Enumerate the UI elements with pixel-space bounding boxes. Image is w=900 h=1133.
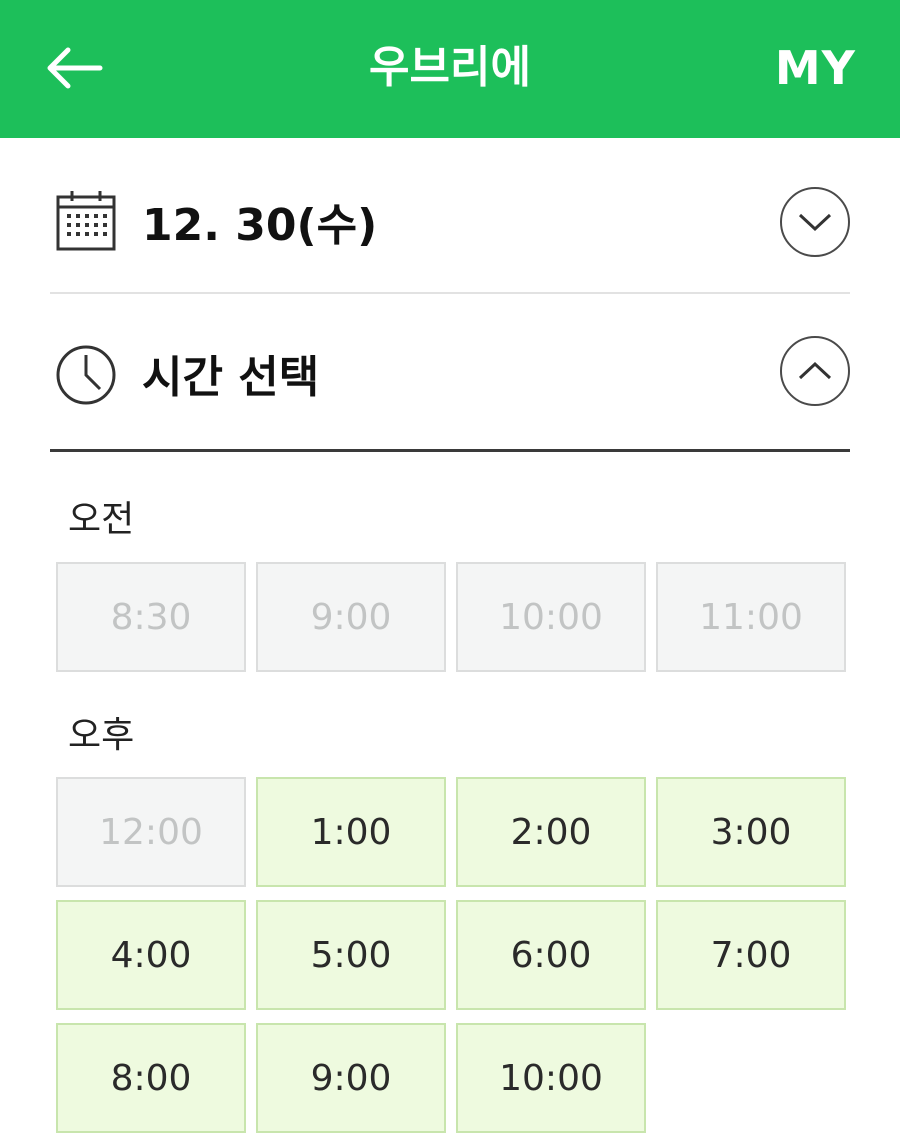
selected-date: 12. 30(수)	[142, 200, 378, 251]
pm-time-slot[interactable]: 6:00	[456, 900, 646, 1010]
am-time-slot: 8:30	[56, 562, 246, 672]
calendar-icon	[56, 191, 116, 251]
pm-section-label: 오후	[68, 715, 135, 756]
pm-time-slot[interactable]: 7:00	[656, 900, 846, 1010]
pm-time-slot[interactable]: 9:00	[256, 1023, 446, 1133]
pm-time-slot[interactable]: 1:00	[256, 777, 446, 887]
am-time-slot: 11:00	[656, 562, 846, 672]
am-time-slot: 10:00	[456, 562, 646, 672]
pm-time-slot: 12:00	[56, 777, 246, 887]
time-select-label: 시간 선택	[142, 351, 320, 403]
pm-time-slot[interactable]: 10:00	[456, 1023, 646, 1133]
page-title: 우브리에	[369, 42, 531, 93]
chevron-up-icon	[798, 361, 832, 380]
clock-icon	[56, 345, 116, 404]
back-button[interactable]	[40, 38, 108, 98]
pm-time-slot[interactable]: 5:00	[256, 900, 446, 1010]
time-toggle-button[interactable]	[780, 336, 850, 406]
date-toggle-button[interactable]	[780, 187, 850, 257]
am-section-label: 오전	[68, 499, 135, 540]
app-header: 우브리에 MY	[0, 0, 900, 138]
pm-time-slot[interactable]: 4:00	[56, 900, 246, 1010]
am-time-slot: 9:00	[256, 562, 446, 672]
time-selector[interactable]: 시간 선택	[50, 296, 850, 452]
pm-time-slot[interactable]: 2:00	[456, 777, 646, 887]
date-selector[interactable]: 12. 30(수)	[50, 150, 850, 294]
chevron-down-icon	[798, 213, 832, 232]
pm-time-slot[interactable]: 8:00	[56, 1023, 246, 1133]
pm-time-slot[interactable]: 3:00	[656, 777, 846, 887]
my-page-button[interactable]: MY	[775, 36, 856, 100]
arrow-left-icon	[47, 47, 103, 89]
